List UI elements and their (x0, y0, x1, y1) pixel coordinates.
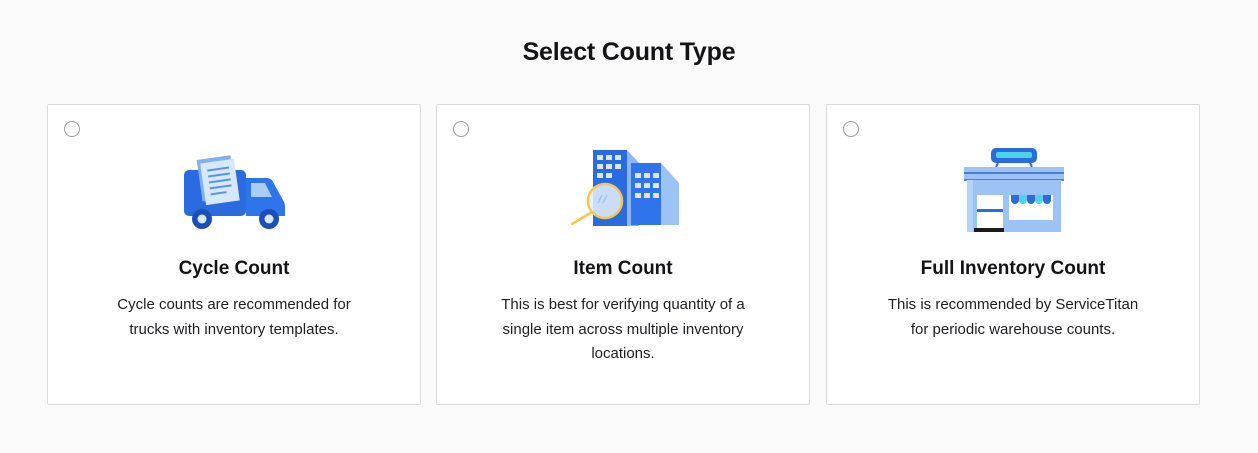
card-title: Full Inventory Count (920, 258, 1106, 279)
full-inventory-count-radio[interactable] (843, 121, 859, 137)
card-title: Cycle Count (178, 258, 290, 279)
cycle-count-radio[interactable] (64, 121, 80, 137)
card-description: This is recommended by ServiceTitan for … (887, 296, 1139, 338)
truck-documents-icon (48, 145, 420, 235)
cycle-count-card[interactable]: Cycle Count Cycle counts are recommended… (47, 104, 421, 405)
card-title: Item Count (573, 258, 673, 279)
buildings-magnifier-icon (437, 145, 809, 235)
full-inventory-count-card[interactable]: Full Inventory Count This is recommended… (826, 104, 1200, 405)
warehouse-store-icon (827, 145, 1199, 235)
card-description: Cycle counts are recommended for trucks … (117, 296, 351, 338)
count-type-options: Cycle Count Cycle counts are recommended… (47, 104, 1200, 405)
page-title: Select Count Type (522, 38, 736, 66)
card-description: This is best for verifying quantity of a… (501, 296, 745, 362)
item-count-radio[interactable] (453, 121, 469, 137)
item-count-card[interactable]: Item Count This is best for verifying qu… (436, 104, 810, 405)
